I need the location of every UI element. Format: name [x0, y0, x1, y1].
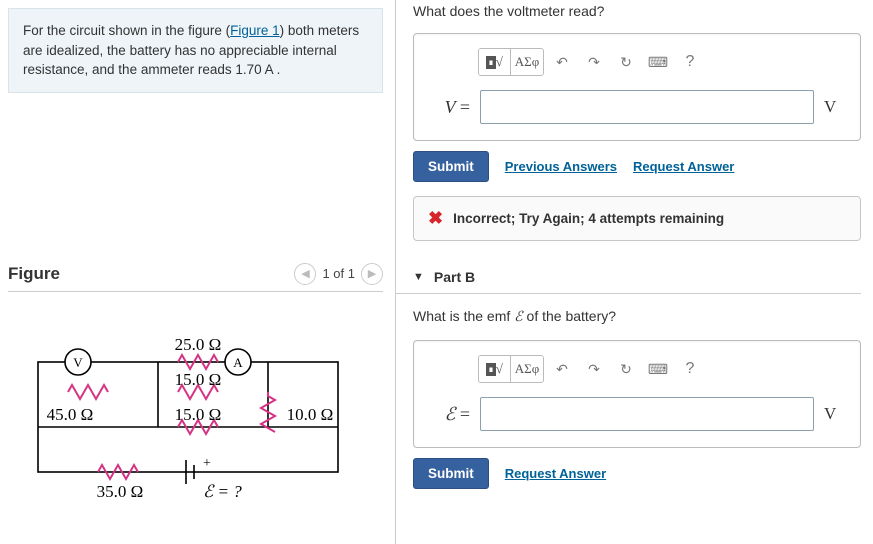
redo-icon[interactable]: ↷ — [580, 356, 608, 382]
vertical-divider — [395, 0, 396, 544]
math-format-button[interactable]: ∎√ — [479, 356, 511, 382]
collapse-icon: ▼ — [413, 271, 424, 283]
figure-heading: Figure — [8, 264, 60, 284]
greek-symbols-button[interactable]: ΑΣφ — [511, 49, 543, 75]
part-b-request-answer-link[interactable]: Request Answer — [505, 466, 606, 481]
part-b-heading: Part B — [434, 269, 475, 285]
problem-text-pre: For the circuit shown in the figure ( — [23, 23, 230, 38]
ammeter-label: A — [233, 355, 243, 370]
keyboard-icon[interactable]: ⌨ — [644, 49, 672, 75]
part-a-previous-answers-link[interactable]: Previous Answers — [505, 159, 617, 174]
part-b-answer-box: ∎√ ΑΣφ ↶ ↷ ↻ ⌨ ? ℰ = V — [413, 340, 861, 448]
math-format-button[interactable]: ∎√ — [479, 49, 511, 75]
part-b-question: What is the emf ℰ of the battery? — [413, 308, 861, 326]
redo-icon[interactable]: ↷ — [580, 49, 608, 75]
keyboard-icon[interactable]: ⌨ — [644, 356, 672, 382]
part-a-unit: V — [824, 97, 844, 117]
r10-label: 10.0 Ω — [287, 405, 334, 424]
feedback-text: Incorrect; Try Again; 4 attempts remaini… — [453, 211, 724, 226]
undo-icon[interactable]: ↶ — [548, 356, 576, 382]
part-a-submit-button[interactable]: Submit — [413, 151, 489, 182]
part-a-variable: V = — [430, 97, 470, 118]
circuit-diagram: V A + 25.0 Ω 15.0 Ω 15.0 Ω 10.0 Ω 45.0 Ω… — [8, 332, 383, 522]
part-b-toolbar: ∎√ ΑΣφ ↶ ↷ ↻ ⌨ ? — [478, 355, 844, 383]
undo-icon[interactable]: ↶ — [548, 49, 576, 75]
pager-prev[interactable]: ◀ — [294, 263, 316, 285]
part-b-unit: V — [824, 404, 844, 424]
r15a-label: 15.0 Ω — [175, 370, 222, 389]
part-a-question: What does the voltmeter read? — [413, 3, 861, 19]
greek-symbols-button[interactable]: ΑΣφ — [511, 356, 543, 382]
battery-plus: + — [203, 456, 211, 471]
incorrect-icon: ✖ — [428, 208, 443, 229]
figure-link[interactable]: Figure 1 — [230, 23, 280, 38]
part-b-submit-button[interactable]: Submit — [413, 458, 489, 489]
part-a-answer-box: ∎√ ΑΣφ ↶ ↷ ↻ ⌨ ? V = V — [413, 33, 861, 141]
part-b-answer-input[interactable] — [480, 397, 814, 431]
reset-icon[interactable]: ↻ — [612, 356, 640, 382]
pager-label: 1 of 1 — [322, 266, 355, 281]
part-b-variable: ℰ = — [430, 404, 470, 425]
part-a-feedback: ✖ Incorrect; Try Again; 4 attempts remai… — [413, 196, 861, 241]
part-a-answer-input[interactable] — [480, 90, 814, 124]
r15b-label: 15.0 Ω — [175, 405, 222, 424]
part-b-header[interactable]: ▼ Part B — [395, 261, 861, 294]
r25-label: 25.0 Ω — [175, 335, 222, 354]
part-a-request-answer-link[interactable]: Request Answer — [633, 159, 734, 174]
r45-label: 45.0 Ω — [47, 405, 94, 424]
help-icon[interactable]: ? — [676, 49, 704, 75]
voltmeter-label: V — [73, 355, 83, 370]
reset-icon[interactable]: ↻ — [612, 49, 640, 75]
part-a-toolbar: ∎√ ΑΣφ ↶ ↷ ↻ ⌨ ? — [478, 48, 844, 76]
problem-statement: For the circuit shown in the figure (Fig… — [8, 8, 383, 93]
help-icon[interactable]: ? — [676, 356, 704, 382]
emf-label: ℰ = ? — [203, 482, 242, 501]
pager-next[interactable]: ▶ — [361, 263, 383, 285]
r35-label: 35.0 Ω — [97, 482, 144, 501]
figure-pager: ◀ 1 of 1 ▶ — [294, 263, 383, 285]
